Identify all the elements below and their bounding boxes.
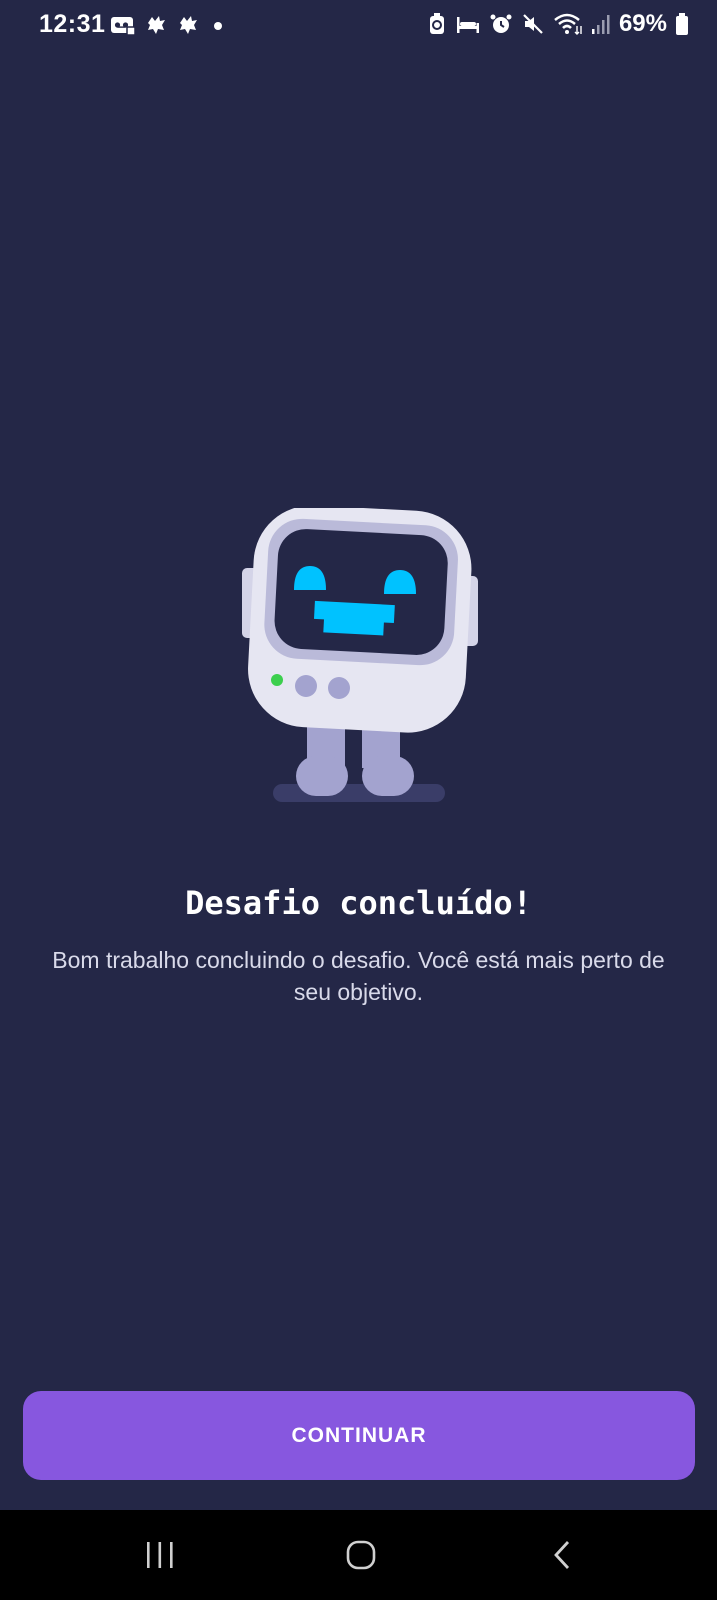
signal-icon	[591, 13, 611, 35]
status-time: 12:31	[39, 10, 106, 38]
wifi-icon	[553, 12, 583, 36]
home-icon	[345, 1539, 377, 1571]
status-right-icons: 69%	[427, 10, 689, 38]
challenge-complete-screen: 12:31 69% Desafio concluído! Bom trabalh…	[0, 0, 717, 1600]
battery-icon	[675, 12, 689, 36]
home-button[interactable]	[331, 1530, 391, 1580]
back-icon	[550, 1539, 574, 1571]
voicemail-icon	[110, 14, 136, 36]
status-bar: 12:31 69%	[0, 0, 717, 50]
page-title: Desafio concluído!	[185, 884, 532, 922]
page-subtitle: Bom trabalho concluindo o desafio. Você …	[52, 947, 665, 1005]
alarm-icon	[489, 12, 513, 36]
mute-icon	[521, 12, 545, 36]
back-button[interactable]	[532, 1530, 592, 1580]
dot-icon	[208, 15, 228, 35]
battery-percentage: 69%	[618, 10, 667, 37]
battery-saver-icon	[427, 12, 447, 36]
notification-bird-icon	[144, 13, 168, 37]
status-left-icons	[110, 12, 228, 38]
notification-bird-icon	[176, 13, 200, 37]
robot-mascot-icon	[240, 505, 490, 808]
sleep-icon	[455, 13, 481, 35]
recent-apps-icon	[144, 1540, 176, 1570]
system-nav-bar	[0, 1510, 717, 1600]
continue-button[interactable]: CONTINUAR	[23, 1391, 695, 1480]
recent-apps-button[interactable]	[130, 1530, 190, 1580]
